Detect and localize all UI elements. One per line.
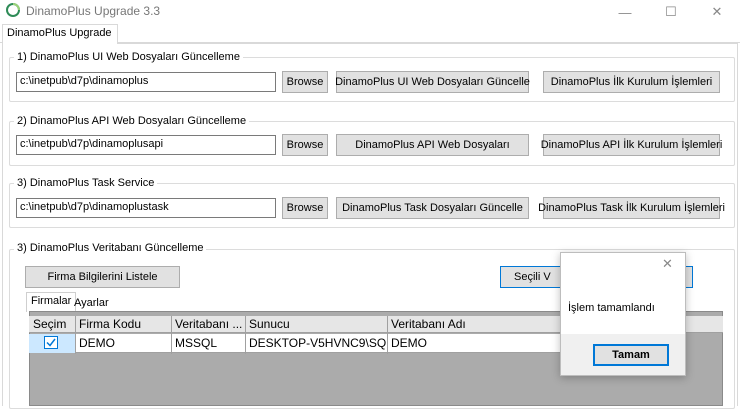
grid-divider [75,316,76,354]
column-header-sunucu[interactable]: Sunucu [246,317,386,333]
app-logo-icon [6,3,20,17]
task-path-input[interactable]: c:\inetpub\d7p\dinamoplustask [16,198,276,218]
cell-veritabani: MSSQL [175,336,218,350]
cell-sunucu: DESKTOP-V5HVNC9\SQ... [249,336,386,350]
minimize-icon: — [618,4,632,20]
ui-setup-button[interactable]: DinamoPlus İlk Kurulum İşlemleri [543,71,720,93]
api-setup-button[interactable]: DinamoPlus API İlk Kurulum İşlemleri [541,134,722,156]
group-database-title: 3) DinamoPlus Veritabanı Güncelleme [14,242,207,254]
close-icon: ✕ [711,4,723,19]
checkmark-icon [46,338,56,347]
column-header-secim[interactable]: Seçim [30,317,74,333]
task-setup-button[interactable]: DinamoPlus Task İlk Kurulum İşlemleri [538,197,725,219]
ui-browse-button[interactable]: Browse [282,71,328,93]
maximize-icon: ☐ [665,4,677,19]
cell-firma-kodu: DEMO [79,336,115,350]
list-companies-button[interactable]: Firma Bilgilerini Listele [25,266,180,288]
close-button[interactable]: ✕ [694,0,740,24]
minimize-button[interactable]: — [602,0,648,24]
group-api-web-title: 2) DinamoPlus API Web Dosyaları Güncelle… [14,115,250,127]
grid-divider [245,316,246,354]
api-browse-button[interactable]: Browse [282,134,328,156]
task-update-button[interactable]: DinamoPlus Task Dosyaları Güncelle [336,197,529,219]
group-task-service-title: 3) DinamoPlus Task Service [14,177,158,189]
dialog-message: İşlem tamamlandı [568,302,655,314]
api-path-input[interactable]: c:\inetpub\d7p\dinamoplusapi [16,135,276,155]
api-update-button[interactable]: DinamoPlus API Web Dosyaları [336,134,529,156]
dialog-close-icon[interactable]: ✕ [662,256,673,272]
ui-update-button[interactable]: DinamoPlus UI Web Dosyaları Güncelle [335,71,530,93]
maximize-button[interactable]: ☐ [648,0,694,24]
grid-divider [171,316,172,354]
cell-veritabani-adi: DEMO [391,336,427,350]
tab-dinamoplus-upgrade[interactable]: DinamoPlus Upgrade [2,24,118,44]
group-ui-web-title: 1) DinamoPlus UI Web Dosyaları Güncellem… [14,51,243,63]
column-header-firma-kodu[interactable]: Firma Kodu [76,317,172,333]
window-title: DinamoPlus Upgrade 3.3 [26,4,161,18]
grid-divider [387,316,388,354]
column-header-veritabani[interactable]: Veritabanı ... [172,317,244,333]
row-checkbox[interactable] [44,336,58,349]
ui-path-input[interactable]: c:\inetpub\d7p\dinamoplus [16,72,276,92]
column-header-veritabani-adi[interactable]: Veritabanı Adı [388,317,568,333]
task-browse-button[interactable]: Browse [282,197,328,219]
tab-firmalar[interactable]: Firmalar [26,292,77,312]
dialog-ok-button[interactable]: Tamam [593,344,669,366]
